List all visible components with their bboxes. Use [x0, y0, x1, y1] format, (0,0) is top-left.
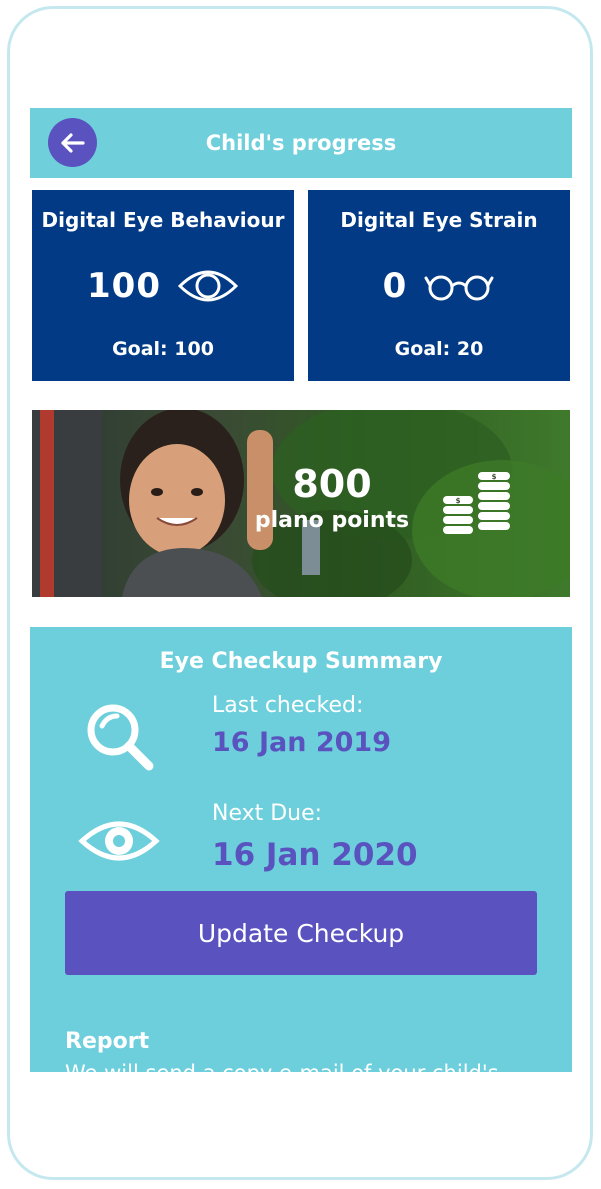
- glasses-icon: [424, 275, 494, 301]
- coins-icon: $ $: [443, 472, 510, 534]
- header-bar: Child's progress: [30, 108, 572, 178]
- eye-checkup-panel: Eye Checkup Summary Last checked: 16 Jan…: [30, 627, 572, 1072]
- next-due-date: 16 Jan 2020: [212, 837, 418, 873]
- metric-value: 0: [382, 266, 408, 306]
- next-due-label: Next Due:: [212, 801, 323, 826]
- eye-large-icon: [78, 821, 160, 861]
- digital-eye-strain-card[interactable]: Digital Eye Strain 0 Goal: 20: [308, 190, 570, 381]
- metric-title: Digital Eye Strain: [340, 208, 538, 232]
- points-value: 800: [292, 462, 372, 506]
- svg-text:$: $: [492, 473, 497, 481]
- points-text: 800 plano points: [212, 462, 452, 536]
- metric-row: 100: [32, 262, 294, 310]
- back-button[interactable]: [48, 118, 97, 167]
- page-title: Child's progress: [205, 131, 397, 155]
- metric-value: 100: [87, 266, 161, 306]
- arrow-left-icon: [60, 132, 85, 153]
- magnifier-icon: [87, 704, 154, 771]
- last-checked-date: 16 Jan 2019: [212, 727, 392, 758]
- report-title: Report: [65, 1029, 150, 1054]
- checkup-title: Eye Checkup Summary: [159, 649, 443, 674]
- metric-row: 0: [308, 262, 570, 310]
- metric-goal: Goal: 20: [394, 338, 484, 360]
- points-label: plano points: [254, 508, 410, 533]
- report-text: We will send a copy e-mail of your child…: [65, 1061, 499, 1072]
- eye-icon: [177, 270, 239, 302]
- update-checkup-button[interactable]: Update Checkup: [65, 891, 537, 975]
- points-banner[interactable]: 800 plano points $ $: [32, 410, 570, 597]
- metric-goal: Goal: 100: [112, 338, 214, 360]
- last-checked-label: Last checked:: [212, 693, 364, 718]
- digital-eye-behaviour-card[interactable]: Digital Eye Behaviour 100 Goal: 100: [32, 190, 294, 381]
- metric-title: Digital Eye Behaviour: [41, 208, 285, 232]
- svg-text:$: $: [456, 497, 461, 505]
